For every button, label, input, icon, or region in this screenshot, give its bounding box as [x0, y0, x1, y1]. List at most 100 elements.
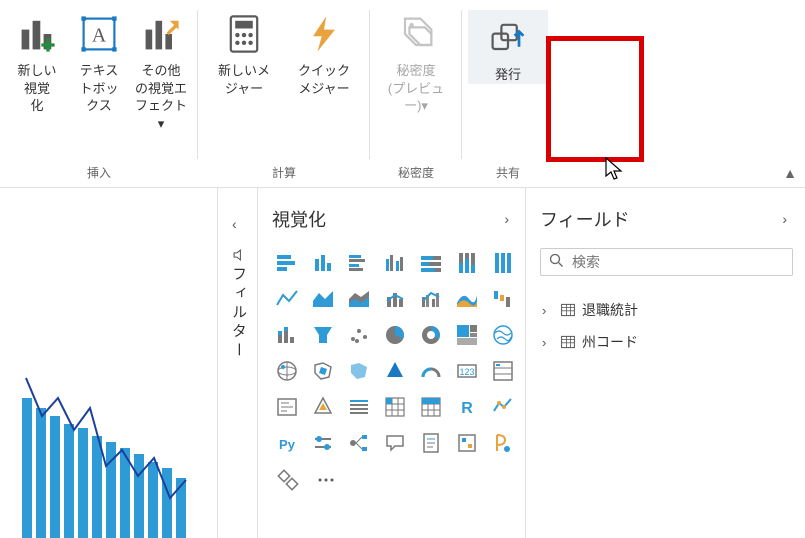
svg-text:123: 123	[459, 367, 474, 377]
ribbon-group-sensitivity-label: 秘密度	[398, 160, 434, 187]
viz-funnel[interactable]	[308, 320, 338, 350]
filters-pane-label[interactable]: フィルター	[228, 266, 249, 361]
new-visual-button[interactable]: 新しい視覚化	[6, 10, 68, 117]
ribbon-collapse-button[interactable]: ▲	[783, 165, 797, 181]
viz-clustered-bar[interactable]	[344, 248, 374, 278]
viz-get-more[interactable]	[274, 466, 302, 494]
new-measure-label: 新しいメジャー	[218, 62, 270, 97]
svg-text:Py: Py	[279, 437, 296, 452]
viz-ribbon[interactable]	[452, 284, 482, 314]
calculator-icon	[222, 12, 266, 56]
ribbon-group-calc: 新しいメジャー クイックメジャー 計算	[198, 0, 370, 187]
viz-power-automate[interactable]	[452, 428, 482, 458]
viz-kpi[interactable]	[272, 392, 302, 422]
viz-pane-collapse-button[interactable]: ›	[504, 211, 509, 227]
lightning-icon	[302, 12, 346, 56]
filters-pane-collapsed: ‹ フィルター	[218, 188, 258, 538]
viz-line-stacked-column[interactable]	[380, 284, 410, 314]
viz-100-stacked-column[interactable]	[452, 248, 482, 278]
viz-python[interactable]: Py	[272, 428, 302, 458]
chevron-right-icon: ›	[542, 335, 554, 350]
text-box-label: テキストボックス	[79, 62, 118, 115]
svg-text:R: R	[461, 400, 473, 417]
viz-stacked-bar[interactable]	[272, 248, 302, 278]
viz-arcgis[interactable]	[380, 356, 410, 386]
ribbon-group-insert-label: 挿入	[87, 160, 111, 187]
viz-line-clustered-column[interactable]	[416, 284, 446, 314]
new-measure-button[interactable]: 新しいメジャー	[204, 10, 284, 99]
text-box-button[interactable]: A テキストボックス	[68, 10, 130, 117]
viz-filled-map[interactable]	[272, 356, 302, 386]
viz-azure-map[interactable]	[344, 356, 374, 386]
field-table-1[interactable]: › 州コード	[540, 326, 793, 358]
field-table-1-label: 州コード	[582, 332, 638, 352]
quick-measure-button[interactable]: クイックメジャー	[284, 10, 364, 99]
fields-search[interactable]	[540, 248, 793, 276]
viz-table[interactable]	[344, 392, 374, 422]
publish-icon	[486, 16, 530, 60]
viz-100-stacked-bar[interactable]	[416, 248, 446, 278]
viz-gauge[interactable]	[416, 356, 446, 386]
viz-treemap[interactable]	[452, 320, 482, 350]
fields-search-input[interactable]	[572, 254, 784, 270]
viz-pie[interactable]	[380, 320, 410, 350]
visualizations-title: 視覚化	[272, 206, 326, 232]
ribbon: 新しい視覚化 A テキストボックス その他の視覚エフェクト ▾ 挿入	[0, 0, 805, 188]
tag-icon	[394, 12, 438, 56]
viz-card[interactable]: 123	[452, 356, 482, 386]
new-visual-label: 新しい視覚化	[17, 62, 56, 115]
speaker-icon	[232, 248, 246, 262]
viz-stacked-area[interactable]	[344, 284, 374, 314]
viz-decomposition[interactable]	[344, 428, 374, 458]
quick-measure-label: クイックメジャー	[298, 62, 350, 97]
chevron-right-icon: ›	[542, 303, 554, 318]
viz-more-options[interactable]	[312, 466, 340, 494]
svg-text:A: A	[92, 25, 107, 47]
highlight-box	[546, 36, 644, 162]
viz-stacked-column[interactable]	[308, 248, 338, 278]
publish-label: 発行	[495, 66, 521, 84]
viz-key-influencers[interactable]	[308, 428, 338, 458]
viz-hundred-bar[interactable]	[488, 248, 518, 278]
viz-gallery: 123 R Py	[272, 248, 515, 458]
viz-donut[interactable]	[416, 320, 446, 350]
viz-r-script[interactable]: R	[452, 392, 482, 422]
viz-qna[interactable]	[380, 428, 410, 458]
viz-multi-row-card[interactable]	[488, 356, 518, 386]
visualizations-pane: 視覚化 ›	[258, 188, 526, 538]
viz-shape-map[interactable]	[308, 356, 338, 386]
textbox-icon: A	[77, 12, 121, 56]
sensitivity-label: 秘密度(プレビュー)▾	[378, 62, 454, 115]
more-visuals-icon	[139, 12, 183, 56]
viz-line[interactable]	[272, 284, 302, 314]
chart-preview	[18, 358, 198, 538]
viz-scatter[interactable]	[272, 320, 302, 350]
viz-paginated[interactable]	[416, 428, 446, 458]
ribbon-group-share: 発行 共有	[462, 0, 554, 187]
field-table-0[interactable]: › 退職統計	[540, 294, 793, 326]
report-canvas[interactable]	[0, 188, 218, 538]
table-icon	[560, 302, 576, 318]
viz-py-visual[interactable]	[488, 392, 518, 422]
viz-clustered-column[interactable]	[380, 248, 410, 278]
viz-slicer[interactable]	[308, 392, 338, 422]
more-visuals-label: その他の視覚エフェクト ▾	[132, 62, 190, 132]
viz-area[interactable]	[308, 284, 338, 314]
viz-map[interactable]	[488, 320, 518, 350]
fields-pane-collapse-button[interactable]: ›	[782, 211, 787, 227]
ribbon-group-insert: 新しい視覚化 A テキストボックス その他の視覚エフェクト ▾ 挿入	[0, 0, 198, 187]
search-icon	[549, 253, 564, 271]
viz-r[interactable]	[416, 392, 446, 422]
more-visuals-button[interactable]: その他の視覚エフェクト ▾	[130, 10, 192, 134]
viz-matrix[interactable]	[380, 392, 410, 422]
ribbon-group-calc-label: 計算	[272, 160, 296, 187]
table-icon	[560, 334, 576, 350]
viz-waterfall[interactable]	[488, 284, 518, 314]
viz-smart-narrative[interactable]	[488, 428, 518, 458]
viz-scatter-chart[interactable]	[344, 320, 374, 350]
publish-button[interactable]: 発行	[468, 10, 548, 84]
field-table-0-label: 退職統計	[582, 300, 638, 320]
sensitivity-button[interactable]: 秘密度(プレビュー)▾	[376, 10, 456, 117]
expand-filters-button[interactable]: ‹	[232, 216, 237, 232]
ribbon-group-share-label: 共有	[496, 160, 520, 187]
